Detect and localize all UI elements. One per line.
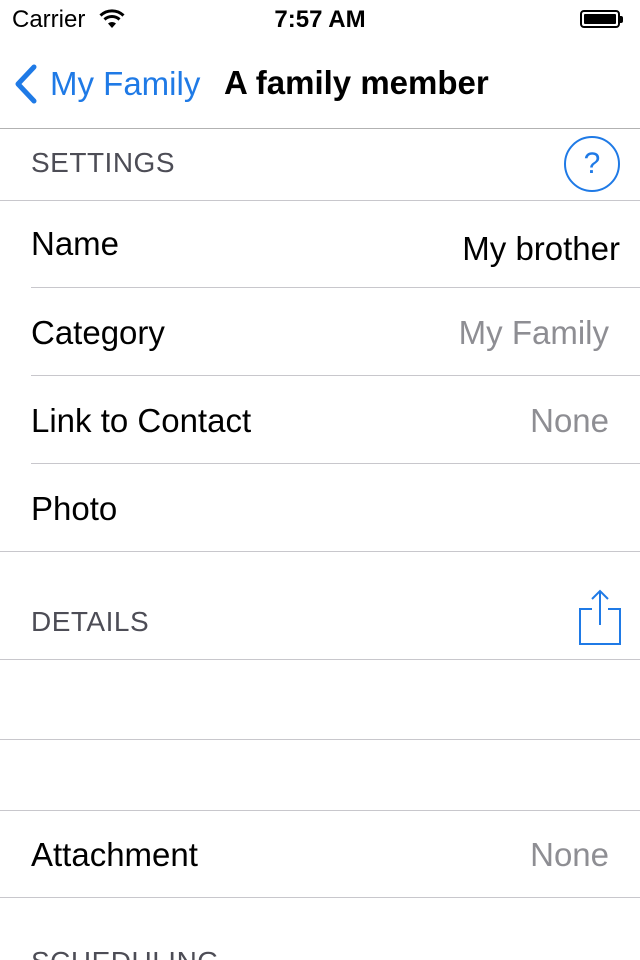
back-button-label: My Family bbox=[50, 65, 201, 102]
link-to-contact-value: None bbox=[530, 402, 609, 439]
link-to-contact-label: Link to Contact bbox=[31, 402, 252, 439]
details-field-row[interactable] bbox=[0, 740, 640, 810]
category-value: My Family bbox=[458, 314, 609, 351]
battery-icon bbox=[580, 10, 624, 30]
photo-label: Photo bbox=[31, 490, 118, 527]
share-icon[interactable] bbox=[578, 588, 622, 646]
details-section-header: DETAILS bbox=[0, 552, 640, 659]
name-label: Name bbox=[31, 225, 120, 262]
attachment-row[interactable]: Attachment None bbox=[0, 811, 640, 897]
link-to-contact-row[interactable]: Link to Contact None bbox=[0, 376, 640, 464]
photo-row[interactable]: Photo bbox=[0, 464, 640, 552]
name-row[interactable]: Name My brother bbox=[0, 201, 640, 289]
attachment-value: None bbox=[530, 836, 609, 873]
clock: 7:57 AM bbox=[274, 6, 366, 33]
details-header-title: DETAILS bbox=[31, 606, 150, 637]
help-icon: ? bbox=[583, 147, 601, 180]
status-bar: Carrier 7:57 AM bbox=[0, 0, 640, 40]
attachment-label: Attachment bbox=[31, 836, 198, 873]
scheduling-header-title: SCHEDULING bbox=[31, 946, 220, 960]
settings-section-header: SETTINGS bbox=[0, 129, 640, 200]
help-button[interactable]: ? bbox=[564, 136, 620, 192]
chevron-left-icon bbox=[15, 64, 37, 104]
category-row[interactable]: Category My Family bbox=[0, 288, 640, 376]
category-label: Category bbox=[31, 314, 165, 351]
details-field-row[interactable] bbox=[0, 660, 640, 739]
battery-fill bbox=[584, 14, 616, 24]
settings-header-title: SETTINGS bbox=[31, 147, 176, 178]
navigation-bar: My Family A family member bbox=[0, 40, 640, 129]
name-value: My brother bbox=[462, 230, 620, 267]
back-button[interactable]: My Family bbox=[14, 62, 200, 106]
scheduling-section-header: SCHEDULING bbox=[0, 898, 640, 960]
page-title: A family member bbox=[224, 64, 489, 101]
